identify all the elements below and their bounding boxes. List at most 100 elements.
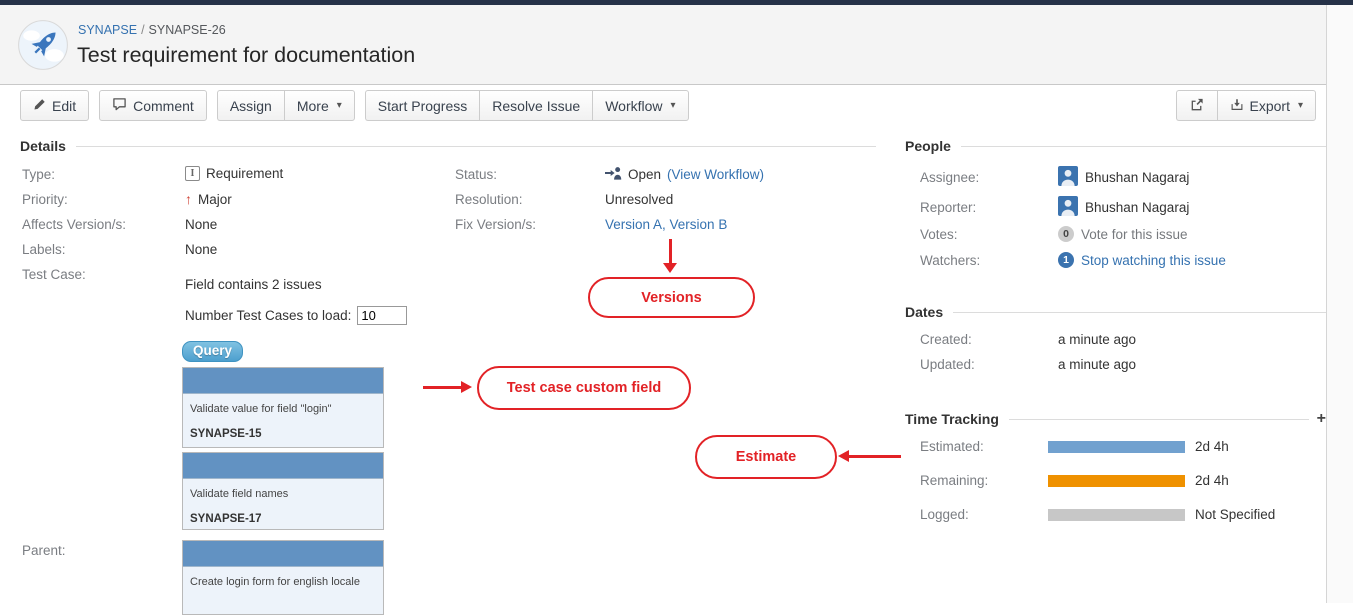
export-dropdown-button[interactable]: Export ▾ [1217,90,1317,121]
time-tracking-section-heading: Time Tracking + [905,410,1326,428]
type-label: Type: [22,167,55,182]
chevron-down-icon: ▾ [671,100,676,111]
reporter-label: Reporter: [920,200,1058,215]
share-export-group: Export ▾ [1176,90,1317,121]
assign-button[interactable]: Assign [217,90,284,121]
annotation-arrowhead-test-case [461,381,472,393]
resolution-value: Unresolved [605,192,673,207]
logged-value: Not Specified [1195,507,1275,522]
estimated-value: 2d 4h [1195,439,1229,454]
stop-watching-link[interactable]: Stop watching this issue [1081,253,1226,268]
remaining-row: Remaining: 2d 4h [920,473,1229,488]
created-value: a minute ago [1058,332,1136,347]
workflow-dropdown-button[interactable]: Workflow ▾ [592,90,688,121]
assignee-row: Assignee: Bhushan Nagaraj [920,166,1189,189]
comment-button[interactable]: Comment [99,90,207,121]
annotation-test-case-oval: Test case custom field [477,366,691,410]
breadcrumb-separator: / [141,23,144,37]
annotation-arrow-estimate [849,455,901,458]
test-case-card[interactable]: Validate value for field "login" SYNAPSE… [182,367,384,448]
details-section-heading: Details [20,138,876,154]
view-workflow-link[interactable]: (View Workflow) [667,167,764,182]
annotation-arrowhead-versions [663,263,677,273]
votes-label: Votes: [920,227,1058,242]
workflow-button-label: Workflow [605,98,662,114]
heading-rule [76,146,876,147]
workflow-actions-group: Start Progress Resolve Issue Workflow ▾ [365,90,689,121]
issue-toolbar: Edit Comment Assign More ▾ Start Progress… [20,90,1316,121]
priority-value: ↑ Major [185,191,232,207]
user-avatar-icon [1058,166,1078,189]
watchers-count-badge: 1 [1058,252,1074,268]
breadcrumb: SYNAPSE / SYNAPSE-26 [78,23,226,37]
test-case-summary: Field contains 2 issues [185,277,322,292]
details-heading-label: Details [20,138,66,154]
dates-heading-label: Dates [905,304,943,320]
test-case-card[interactable]: Validate field names SYNAPSE-17 [182,452,384,530]
scrollbar-track[interactable] [1326,5,1353,603]
issue-header: SYNAPSE / SYNAPSE-26 Test requirement for … [0,5,1353,85]
test-case-card-key[interactable]: SYNAPSE-17 [183,500,383,533]
parent-label: Parent: [22,543,66,558]
export-download-icon [1230,98,1244,114]
estimated-row: Estimated: 2d 4h [920,439,1229,454]
labels-value: None [185,242,217,257]
priority-major-icon: ↑ [185,191,192,207]
fix-versions-value: Version A, Version B [605,217,727,232]
edit-button[interactable]: Edit [20,90,89,121]
created-row: Created: a minute ago [920,332,1136,347]
updated-value: a minute ago [1058,357,1136,372]
chevron-down-icon: ▾ [1298,100,1303,111]
assignee-user-link[interactable]: Bhushan Nagaraj [1085,170,1189,185]
status-label: Status: [455,167,497,182]
vote-for-issue-link[interactable]: Vote for this issue [1081,227,1188,242]
chevron-down-icon: ▾ [337,100,342,111]
remaining-bar [1048,475,1185,487]
watchers-row: Watchers: 1 Stop watching this issue [920,252,1226,268]
affects-versions-value: None [185,217,217,232]
issue-title: Test requirement for documentation [77,43,415,68]
more-dropdown-button[interactable]: More ▾ [284,90,355,121]
start-progress-button[interactable]: Start Progress [365,90,479,121]
time-tracking-heading-label: Time Tracking [905,411,999,427]
fix-versions-label: Fix Version/s: [455,217,536,232]
breadcrumb-issue-key[interactable]: SYNAPSE-26 [149,23,226,37]
test-cases-load-input[interactable] [357,306,407,325]
priority-label: Priority: [22,192,68,207]
heading-rule [961,146,1326,147]
dates-section-heading: Dates [905,304,1326,320]
share-button[interactable] [1176,90,1217,121]
fix-versions-links[interactable]: Version A, Version B [605,217,727,232]
comment-button-label: Comment [133,98,194,114]
test-case-card-summary: Validate value for field "login" [183,394,383,415]
start-progress-label: Start Progress [378,98,467,114]
reporter-user-link[interactable]: Bhushan Nagaraj [1085,200,1189,215]
remaining-label: Remaining: [920,473,1048,488]
edit-button-label: Edit [52,98,76,114]
more-button-label: More [297,98,329,114]
estimated-label: Estimated: [920,439,1048,454]
status-value-text: Open [628,167,661,182]
resolve-issue-button[interactable]: Resolve Issue [479,90,592,121]
affects-versions-label: Affects Version/s: [22,217,126,232]
watchers-label: Watchers: [920,253,1058,268]
project-avatar-rocket-icon [18,20,68,75]
heading-rule [1009,419,1309,420]
people-section-heading: People [905,138,1326,154]
status-open-icon [605,166,622,183]
add-time-tracking-plus-icon[interactable]: + [1317,410,1326,428]
votes-count-badge: 0 [1058,226,1074,242]
assignee-label: Assignee: [920,170,1058,185]
query-button[interactable]: Query [182,341,243,362]
annotation-arrow-versions [669,239,672,265]
heading-rule [953,312,1326,313]
logged-row: Logged: Not Specified [920,507,1275,522]
parent-issue-card[interactable]: Create login form for english locale [182,540,384,615]
breadcrumb-project-link[interactable]: SYNAPSE [78,23,137,37]
export-button-label: Export [1250,98,1290,114]
labels-label: Labels: [22,242,66,257]
pencil-icon [33,98,46,114]
test-case-card-key[interactable]: SYNAPSE-15 [183,415,383,448]
share-icon [1189,97,1205,115]
assign-more-group: Assign More ▾ [217,90,355,121]
